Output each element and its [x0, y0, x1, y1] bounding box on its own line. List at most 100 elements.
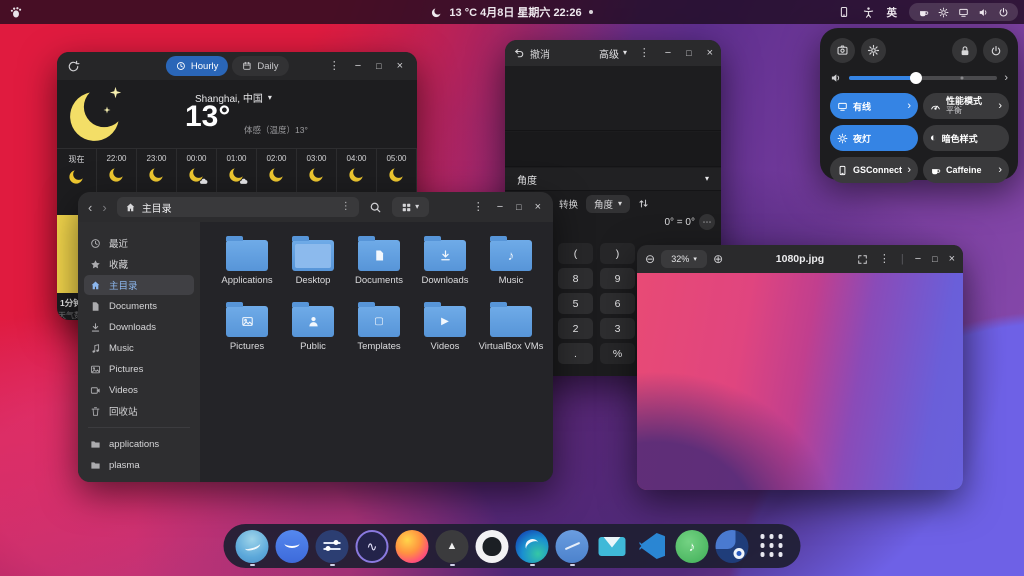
- mode-selector[interactable]: 高级 ▾: [599, 46, 627, 61]
- folder-applications[interactable]: Applications: [214, 232, 280, 298]
- dock-item-edge[interactable]: [514, 526, 551, 566]
- chevron-right-icon[interactable]: ›: [907, 164, 911, 176]
- dock-item-vscode[interactable]: [634, 526, 671, 566]
- chevron-right-icon[interactable]: ›: [907, 100, 911, 112]
- angle-mode-dropdown[interactable]: 角度 ▾: [505, 168, 721, 191]
- dock-item-app-grid[interactable]: [754, 526, 791, 566]
- dock-item-inkscape[interactable]: ▲: [434, 526, 471, 566]
- sidebar-item-recent[interactable]: 最近: [84, 233, 194, 253]
- folder-music[interactable]: ♪ Music: [478, 232, 544, 298]
- key-paren-close[interactable]: ): [600, 243, 635, 264]
- menu-icon[interactable]: ⋮: [473, 201, 484, 213]
- toggle-performance[interactable]: 性能模式 平衡 ›: [923, 93, 1009, 119]
- volume-slider[interactable]: [849, 72, 998, 84]
- close-button[interactable]: ×: [707, 47, 713, 59]
- calculator-display[interactable]: [505, 66, 721, 131]
- zoom-out-button[interactable]: ⊖: [645, 253, 655, 265]
- tab-hourly[interactable]: Hourly: [165, 56, 229, 76]
- folder-videos[interactable]: ▶ Videos: [412, 298, 478, 364]
- sidebar-item-pictures[interactable]: Pictures: [84, 359, 194, 379]
- sidebar-item-downloads[interactable]: Downloads: [84, 317, 194, 337]
- folder-documents[interactable]: Documents: [346, 232, 412, 298]
- close-button[interactable]: ×: [535, 201, 541, 213]
- dock-item-github[interactable]: [474, 526, 511, 566]
- close-button[interactable]: ×: [949, 253, 955, 265]
- input-method-indicator[interactable]: 英: [887, 5, 898, 20]
- dock-item-mail[interactable]: [594, 526, 631, 566]
- power-button[interactable]: [983, 38, 1008, 63]
- minimize-button[interactable]: −: [665, 47, 671, 59]
- key-8[interactable]: 8: [558, 268, 593, 289]
- toggle-night-light[interactable]: 夜灯: [830, 125, 918, 151]
- dock-item-web-app[interactable]: [274, 526, 311, 566]
- volume-slider-knob[interactable]: [909, 72, 922, 84]
- refresh-icon[interactable]: [67, 60, 80, 73]
- image-content[interactable]: [637, 273, 963, 490]
- dock-item-files-app[interactable]: [554, 526, 591, 566]
- sidebar-item-music[interactable]: Music: [84, 338, 194, 358]
- dock-item-system-monitor[interactable]: ∿: [354, 526, 391, 566]
- sidebar-item-starred[interactable]: 收藏: [84, 254, 194, 274]
- sidebar-item-home[interactable]: 主目录: [84, 275, 194, 295]
- dock-item-firefox[interactable]: [394, 526, 431, 566]
- hourly-forecast[interactable]: 现在 22:00 23:00 00:00 01:00 02:00 03:00 0…: [57, 148, 417, 194]
- folder-public[interactable]: Public: [280, 298, 346, 364]
- folder-desktop[interactable]: Desktop: [280, 232, 346, 298]
- convert-to-dropdown[interactable]: 角度 ▾: [586, 194, 631, 213]
- toggle-wired[interactable]: 有线 ›: [830, 93, 918, 119]
- view-toggle-button[interactable]: ▾: [391, 197, 429, 217]
- more-button[interactable]: ⋯: [699, 214, 715, 230]
- maximize-button[interactable]: □: [932, 254, 937, 264]
- expand-audio-icon[interactable]: ›: [1004, 72, 1008, 84]
- back-button[interactable]: ‹: [88, 201, 92, 214]
- maximize-button[interactable]: □: [376, 61, 381, 71]
- folder-pictures[interactable]: Pictures: [214, 298, 280, 364]
- settings-button[interactable]: [861, 38, 886, 63]
- tab-daily[interactable]: Daily: [232, 56, 289, 76]
- close-button[interactable]: ×: [397, 60, 403, 72]
- minimize-button[interactable]: −: [355, 60, 361, 72]
- undo-button[interactable]: 撤消: [513, 46, 550, 61]
- key-paren-open[interactable]: (: [558, 243, 593, 264]
- menu-icon[interactable]: ⋮: [329, 60, 340, 72]
- key-2[interactable]: 2: [558, 318, 593, 339]
- toggle-caffeine[interactable]: Caffeine ›: [923, 157, 1009, 183]
- key-6[interactable]: 6: [600, 293, 635, 314]
- key-decimal[interactable]: .: [558, 343, 593, 364]
- system-status-area[interactable]: [909, 3, 1018, 21]
- key-5[interactable]: 5: [558, 293, 593, 314]
- sidebar-item-trash[interactable]: 回收站: [84, 401, 194, 421]
- search-icon[interactable]: [369, 201, 382, 214]
- zoom-level-dropdown[interactable]: 32% ▾: [661, 250, 708, 268]
- minimize-button[interactable]: −: [915, 253, 921, 265]
- screenshot-button[interactable]: [830, 38, 855, 63]
- dock-item-weather-app[interactable]: [234, 526, 271, 566]
- key-9[interactable]: 9: [600, 268, 635, 289]
- forward-button[interactable]: ›: [102, 201, 106, 214]
- sidebar-item-themes[interactable]: .themes: [84, 476, 194, 483]
- fullscreen-icon[interactable]: [857, 254, 868, 265]
- folder-virtualbox[interactable]: VirtualBox VMs: [478, 298, 544, 364]
- dock-item-tweaks[interactable]: [314, 526, 351, 566]
- menu-icon[interactable]: ⋮: [879, 253, 890, 265]
- sidebar-item-plasma[interactable]: plasma: [84, 455, 194, 475]
- swap-units-icon[interactable]: [638, 198, 649, 209]
- toggle-dark-style[interactable]: ◐ 暗色样式: [923, 125, 1009, 151]
- key-percent[interactable]: %: [600, 343, 635, 364]
- path-menu-icon[interactable]: ⋮: [341, 202, 351, 212]
- folder-downloads[interactable]: Downloads: [412, 232, 478, 298]
- minimize-button[interactable]: −: [497, 201, 503, 213]
- key-3[interactable]: 3: [600, 318, 635, 339]
- dock-item-utility-app[interactable]: [714, 526, 751, 566]
- chevron-right-icon[interactable]: ›: [998, 100, 1002, 112]
- maximize-button[interactable]: □: [686, 48, 691, 58]
- sidebar-item-videos[interactable]: Videos: [84, 380, 194, 400]
- maximize-button[interactable]: □: [516, 202, 521, 212]
- dock-item-music-app[interactable]: ♪: [674, 526, 711, 566]
- lock-button[interactable]: [952, 38, 977, 63]
- folder-templates[interactable]: ▢ Templates: [346, 298, 412, 364]
- gsconnect-phone-icon[interactable]: [838, 6, 850, 18]
- sidebar-item-documents[interactable]: Documents: [84, 296, 194, 316]
- accessibility-icon[interactable]: [862, 6, 875, 19]
- menu-icon[interactable]: ⋮: [639, 47, 650, 59]
